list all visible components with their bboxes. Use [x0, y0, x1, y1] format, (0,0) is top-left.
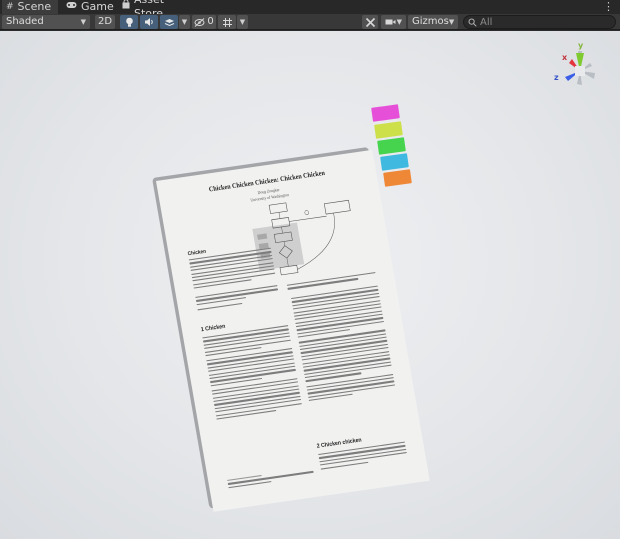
search-icon [468, 18, 477, 27]
lightbulb-icon [125, 17, 133, 27]
orientation-gizmo[interactable]: y x z [550, 41, 610, 111]
axis-gizmo-icon [565, 51, 595, 85]
sticky-tab-magenta [371, 104, 400, 122]
hash-icon: # [6, 2, 14, 12]
sticky-tab-orange [383, 169, 412, 187]
abstract-keywords [195, 285, 280, 313]
section1-heading: 1 Chicken [200, 323, 226, 334]
speaker-icon [144, 18, 153, 26]
hidden-objects-count: 0 [207, 16, 214, 27]
search-input[interactable] [480, 16, 610, 28]
chevron-down-icon: ▼ [181, 18, 188, 26]
footnote [227, 468, 315, 491]
chevron-down-icon: ▼ [396, 18, 402, 26]
scene-visibility-toggle[interactable]: 0 [192, 15, 216, 29]
camera-icon [385, 19, 396, 25]
tab-game[interactable]: Game [62, 0, 114, 14]
gizmos-dropdown[interactable]: Gizmos ▼ [408, 15, 458, 29]
shading-mode-label: Shaded [6, 16, 44, 27]
grid-dropdown[interactable]: ▼ [237, 15, 248, 29]
gizmo-axis-y-label: y [578, 41, 584, 50]
tools-icon [365, 17, 375, 27]
grid-toggle[interactable] [218, 15, 236, 29]
document-model[interactable]: Chicken Chicken Chicken: Chicken Chicken… [150, 104, 450, 526]
gizmo-axis-z-label: z [554, 73, 559, 82]
shading-mode-dropdown[interactable]: Shaded ▼ [2, 15, 90, 29]
abstract-heading: Chicken [187, 248, 207, 258]
scene-effects-dropdown[interactable]: ▼ [179, 15, 190, 29]
camera-settings-dropdown[interactable]: ▼ [381, 15, 406, 29]
chevron-down-icon: ▼ [80, 18, 86, 26]
toggle-2d-label: 2D [97, 16, 113, 27]
scene-effects-toggle[interactable] [160, 15, 178, 29]
tab-game-label: Game [81, 0, 114, 13]
sticky-tab-cyan [380, 153, 409, 171]
sticky-tab-yellow [374, 121, 403, 139]
scene-toolbar: Shaded ▼ 2D ▼ 0 ▼ ▼ Gizmos ▼ [0, 14, 620, 30]
scene-lighting-toggle[interactable] [120, 15, 138, 29]
sticky-tab-green [377, 137, 406, 155]
tab-scene-label: Scene [17, 0, 52, 13]
gamepad-icon [66, 0, 77, 14]
gizmos-label: Gizmos [412, 16, 449, 27]
tab-scene[interactable]: # Scene [2, 0, 58, 14]
scene-tools-button[interactable] [362, 15, 378, 29]
window-tab-bar: # Scene Game Asset Store ⋮ [0, 0, 620, 20]
scene-viewport[interactable]: y x z Chicken Chicken Chicken: Chicken C… [0, 31, 620, 539]
shopping-bag-icon [122, 0, 130, 14]
toggle-2d-button[interactable]: 2D [95, 15, 115, 29]
scene-audio-toggle[interactable] [140, 15, 158, 29]
scene-search[interactable] [463, 15, 616, 29]
tab-asset-store[interactable]: Asset Store [118, 0, 198, 20]
section1-text [202, 325, 302, 422]
chevron-down-icon: ▼ [448, 18, 455, 26]
right-column-text [291, 285, 396, 404]
gizmo-axis-x-label: x [562, 53, 568, 62]
more-options-icon[interactable]: ⋮ [603, 0, 614, 14]
chevron-down-icon: ▼ [239, 18, 246, 26]
eye-slash-icon [194, 17, 205, 27]
layers-icon [164, 19, 174, 27]
grid-icon [222, 17, 232, 27]
